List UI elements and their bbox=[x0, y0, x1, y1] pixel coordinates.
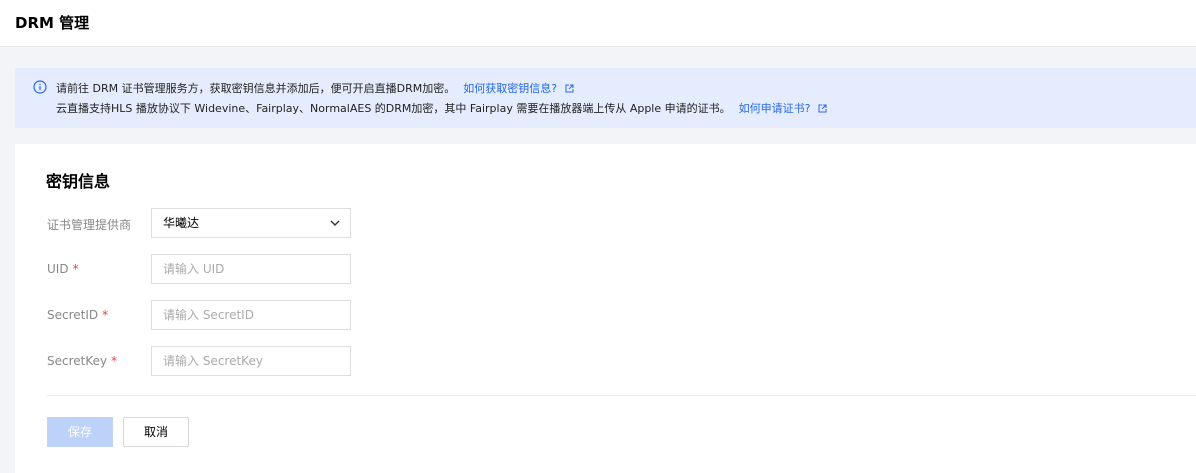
page-header: DRM 管理 bbox=[0, 0, 1196, 47]
required-mark: * bbox=[111, 354, 118, 368]
secret-id-label: SecretID * bbox=[47, 308, 109, 322]
required-mark: * bbox=[102, 308, 109, 322]
get-key-info-link[interactable]: 如何获取密钥信息? bbox=[463, 82, 557, 95]
secret-id-input[interactable] bbox=[151, 300, 351, 330]
page-title: DRM 管理 bbox=[15, 14, 90, 32]
required-mark: * bbox=[72, 262, 79, 276]
apply-certificate-link[interactable]: 如何申请证书? bbox=[739, 102, 811, 115]
notice-text-2: 云直播支持HLS 播放协议下 Widevine、Fairplay、NormalA… bbox=[56, 102, 731, 115]
divider bbox=[47, 395, 1196, 396]
section-title: 密钥信息 bbox=[46, 172, 111, 191]
info-icon bbox=[33, 80, 47, 94]
save-button[interactable]: 保存 bbox=[47, 417, 113, 447]
uid-label: UID * bbox=[47, 262, 79, 276]
external-link-icon[interactable] bbox=[818, 104, 827, 113]
key-info-card: 密钥信息 证书管理提供商 华曦达 UID* SecretID* SecretKe… bbox=[15, 144, 1196, 473]
secret-key-input[interactable] bbox=[151, 346, 351, 376]
notice-banner: 请前往 DRM 证书管理服务方，获取密钥信息并添加后，便可开启直播DRM加密。如… bbox=[15, 68, 1196, 128]
uid-input[interactable] bbox=[151, 254, 351, 284]
provider-select[interactable]: 华曦达 bbox=[151, 208, 351, 238]
cancel-button[interactable]: 取消 bbox=[123, 417, 189, 447]
notice-line-2: 云直播支持HLS 播放协议下 Widevine、Fairplay、NormalA… bbox=[56, 100, 827, 116]
notice-text-1: 请前往 DRM 证书管理服务方，获取密钥信息并添加后，便可开启直播DRM加密。 bbox=[56, 82, 456, 95]
notice-line-1: 请前往 DRM 证书管理服务方，获取密钥信息并添加后，便可开启直播DRM加密。如… bbox=[56, 80, 574, 96]
provider-label: 证书管理提供商 bbox=[47, 218, 132, 232]
provider-selected-value: 华曦达 bbox=[163, 216, 200, 230]
external-link-icon[interactable] bbox=[565, 84, 574, 93]
secret-key-label: SecretKey * bbox=[47, 354, 118, 368]
chevron-down-icon bbox=[330, 220, 340, 226]
